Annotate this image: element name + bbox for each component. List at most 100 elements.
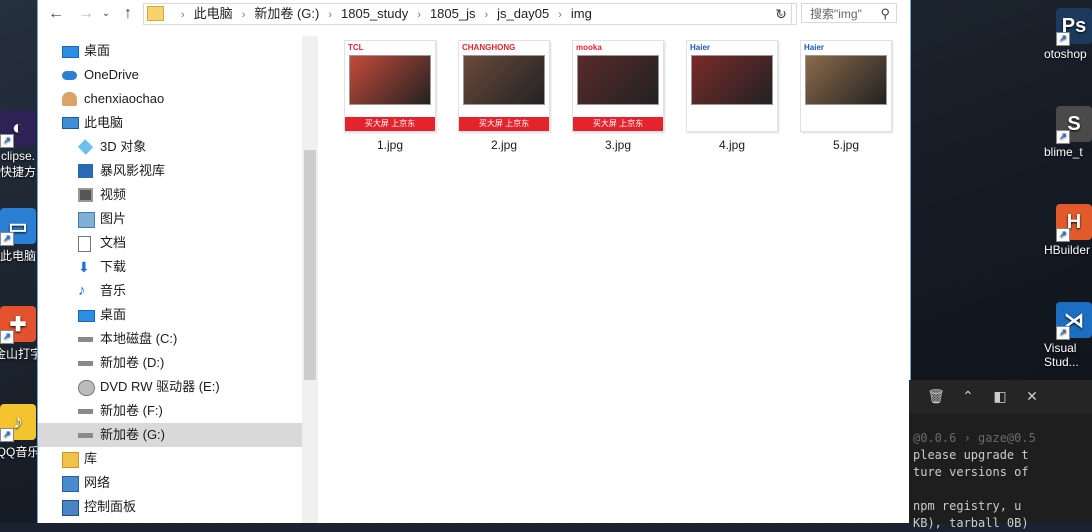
nav-item-network[interactable]: 网络 [38,471,302,495]
file-name: 5.jpg [832,138,860,152]
visual-studio-code-icon: ⋊ ↗ [1056,302,1092,340]
nav-item-drive[interactable]: 本地磁盘 (C:) [38,327,302,351]
downloads-icon: ⬇ [78,259,90,275]
nav-item-pictures[interactable]: 图片 [38,207,302,231]
nav-item-desktop[interactable]: 桌面 [38,39,302,63]
forward-arrow-icon[interactable]: → [76,4,96,24]
terminal-line: @0.0.6 › gaze@0.5 [913,431,1036,445]
terminal-line: please upgrade t [913,448,1029,462]
nav-item-video-library[interactable]: 暴风影视库 [38,159,302,183]
split-panel-icon[interactable]: ◧ [991,387,1009,405]
address-bar[interactable]: › 此电脑 › 新加卷 (G:) › 1805_study › 1805_js › js_day0… [143,3,797,25]
shortcut-arrow-icon: ↗ [0,232,14,246]
breadcrumb-item[interactable]: js_day05 [497,6,549,21]
file-name: 4.jpg [718,138,746,152]
nav-item-control-panel[interactable]: 控制面板 [38,495,302,519]
file-tile[interactable]: CHANGHONG 买大屏 上京东 2.jpg [456,40,552,152]
search-icon: ⚲ [880,6,890,21]
breadcrumb-item[interactable]: 1805_js [430,6,476,21]
shortcut-arrow-icon: ↗ [1056,326,1070,340]
image-thumbnail[interactable]: CHANGHONG 买大屏 上京东 [458,40,550,132]
nav-item-library[interactable]: 库 [38,447,302,471]
search-input[interactable]: 搜索"img" ⚲ [801,3,897,23]
nav-item-label: 控制面板 [84,499,137,514]
file-tile[interactable]: mooka 买大屏 上京东 3.jpg [570,40,666,152]
shortcut-arrow-icon: ↗ [0,428,14,442]
kingsoft-typing-icon: ✚ ↗ [0,306,36,344]
sublime-text-desktop-icon[interactable]: S ↗ blime_t [1044,106,1092,159]
breadcrumb-item[interactable]: 此电脑 [194,6,233,21]
image-thumbnail[interactable]: Haier [686,40,778,132]
breadcrumb-separator-icon[interactable]: › [417,9,421,21]
photoshop-desktop-icon[interactable]: Ps ↗ otoshop [1044,8,1092,61]
nav-item-drive[interactable]: 新加卷 (F:) [38,399,302,423]
tv-image [691,55,773,105]
breadcrumb-item[interactable]: 1805_study [341,6,408,21]
sublime-text-icon: S ↗ [1056,106,1092,144]
up-arrow-icon[interactable]: ↑ [118,4,138,24]
breadcrumb-separator-icon[interactable]: › [484,9,488,21]
terminal-toolbar: 🗑 ⌃ ◧ ✕ [909,380,1092,414]
image-thumbnail[interactable]: mooka 买大屏 上京东 [572,40,664,132]
breadcrumb-item[interactable]: 新加卷 (G:) [254,6,319,21]
breadcrumb-item[interactable]: img [571,6,592,21]
nav-scrollbar-thumb[interactable] [304,150,316,380]
nav-item-label: 新加卷 (G:) [100,427,165,442]
terminal-line: npm registry, u [913,499,1022,513]
nav-item-label: 此电脑 [84,115,124,130]
nav-item-user[interactable]: chenxiaochao [38,87,302,111]
nav-item-drive[interactable]: 新加卷 (G:) [38,423,302,447]
nav-item-3d-objects[interactable]: 3D 对象 [38,135,302,159]
qq-music-icon: ♪ ↗ [0,404,36,442]
tv-image [463,55,545,105]
nav-item-label: 桌面 [84,43,111,58]
nav-item-label: chenxiaochao [84,91,165,106]
nav-item-label: 桌面 [100,307,127,322]
nav-item-dvd-drive[interactable]: DVD RW 驱动器 (E:) [38,375,302,399]
desktop-icon-label: otoshop [1044,47,1087,61]
search-placeholder: 搜索"img" [810,7,862,21]
nav-item-label: 暴风影视库 [100,163,166,178]
file-tile[interactable]: Haier 5.jpg [798,40,894,152]
nav-item-label: OneDrive [84,67,139,82]
library-icon [62,452,79,468]
drive-icon [78,409,93,414]
nav-item-documents[interactable]: 文档 [38,231,302,255]
breadcrumb-separator-icon[interactable]: › [328,9,332,21]
breadcrumb-separator-icon[interactable]: › [558,9,562,21]
thumbnail-banner-text: 买大屏 上京东 [345,117,435,131]
photoshop-icon: Ps ↗ [1056,8,1092,46]
tv-image [805,55,887,105]
breadcrumb-separator-icon[interactable]: › [181,9,185,21]
nav-item-desktop[interactable]: 桌面 [38,303,302,327]
thumbnail-brand-text: CHANGHONG [462,43,516,52]
breadcrumb-separator-icon[interactable]: › [242,9,246,21]
desktop-icon [78,310,95,322]
navigation-pane: 桌面 OneDrive chenxiaochao 此电脑 3D 对象暴风影视库视频 图片文… [38,36,318,523]
close-icon[interactable]: ✕ [1023,387,1041,405]
nav-item-music[interactable]: ♪ 音乐 [38,279,302,303]
nav-item-drive[interactable]: 新加卷 (D:) [38,351,302,375]
visual-studio-code-desktop-icon[interactable]: ⋊ ↗ Visual Stud... [1044,302,1092,369]
back-arrow-icon[interactable]: ← [46,4,66,24]
shortcut-arrow-icon: ↗ [0,134,14,148]
refresh-icon[interactable]: ↻ [771,3,792,25]
chevron-up-icon[interactable]: ⌃ [959,387,977,405]
recent-dropdown-icon[interactable]: ⌄ [96,4,116,24]
nav-item-pc[interactable]: 此电脑 [38,111,302,135]
nav-item-onedrive[interactable]: OneDrive [38,63,302,87]
file-tile[interactable]: TCL 买大屏 上京东 1.jpg [342,40,438,152]
tv-image [577,55,659,105]
desktop-icon-label: blime_t [1044,145,1083,159]
file-list-pane: TCL 买大屏 上京东 1.jpg CHANGHONG 买大屏 上京东 2.jpg mook… [318,28,910,523]
shortcut-arrow-icon: ↗ [1056,130,1070,144]
nav-item-videos[interactable]: 视频 [38,183,302,207]
image-thumbnail[interactable]: Haier [800,40,892,132]
trash-icon[interactable]: 🗑 [927,387,945,405]
nav-item-label: 文档 [100,235,127,250]
nav-item-downloads[interactable]: ⬇ 下载 [38,255,302,279]
file-tile[interactable]: Haier 4.jpg [684,40,780,152]
hbuilder-desktop-icon[interactable]: H ↗ HBuilder [1044,204,1092,257]
image-thumbnail[interactable]: TCL 买大屏 上京东 [344,40,436,132]
